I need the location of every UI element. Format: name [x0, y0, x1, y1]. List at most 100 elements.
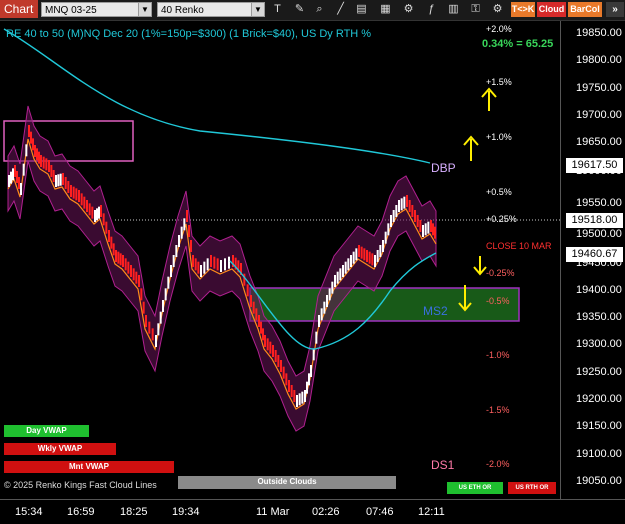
- renko-brick: [25, 144, 28, 157]
- price-label: 19100.00: [576, 448, 622, 460]
- renko-brick: [342, 265, 344, 277]
- renko-brick: [10, 171, 12, 184]
- renko-brick: [172, 255, 175, 267]
- chevron-down-icon: ▼: [251, 3, 264, 16]
- renko-brick: [117, 251, 120, 264]
- strategy-icon[interactable]: ⚙: [401, 2, 416, 17]
- renko-brick: [75, 188, 78, 201]
- renko-brick: [304, 390, 306, 402]
- renko-brick: [83, 196, 86, 209]
- renko-brick: [98, 206, 100, 219]
- time-label: 07:46: [366, 506, 394, 518]
- text-icon[interactable]: T: [270, 2, 285, 17]
- renko-brick: [91, 206, 94, 219]
- renko-brick: [368, 251, 371, 264]
- renko-brick: [306, 381, 308, 394]
- price-tag-last: 19518.00: [566, 213, 623, 228]
- bar-type-selector[interactable]: 40 Renko ▼: [157, 2, 265, 17]
- level-label: -1.5%: [486, 405, 510, 415]
- renko-brick: [334, 275, 336, 287]
- renko-brick: [282, 366, 285, 379]
- renko-brick: [258, 315, 260, 327]
- renko-brick: [30, 131, 32, 144]
- renko-brick: [277, 355, 280, 367]
- properties-icon[interactable]: ▦: [378, 2, 393, 17]
- instrument-selector[interactable]: MNQ 03-25 ▼: [41, 2, 152, 17]
- renko-brick: [32, 138, 34, 151]
- level-label: +0.25%: [486, 214, 517, 224]
- barcol-button[interactable]: BarCol: [568, 2, 602, 17]
- renko-brick: [392, 210, 395, 222]
- renko-brick: [180, 226, 183, 239]
- renko-brick: [366, 250, 368, 262]
- renko-brick: [175, 245, 178, 257]
- price-label: 19150.00: [576, 420, 622, 432]
- renko-brick: [288, 380, 290, 392]
- level-label: +1.5%: [486, 77, 512, 87]
- renko-brick: [395, 205, 398, 217]
- chart-trader-icon[interactable]: ▥: [446, 2, 461, 17]
- renko-brick: [422, 225, 424, 237]
- renko-brick: [12, 168, 14, 181]
- settings-icon[interactable]: ⚙: [490, 2, 505, 17]
- renko-brick: [272, 345, 274, 357]
- price-label: 19350.00: [576, 311, 622, 323]
- cloud-button[interactable]: Cloud: [537, 2, 566, 17]
- renko-brick: [155, 335, 157, 347]
- price-label: 19400.00: [576, 284, 622, 296]
- renko-brick: [8, 175, 10, 187]
- time-label: 11 Mar: [256, 506, 290, 518]
- price-label: 19200.00: [576, 393, 622, 405]
- renko-brick: [400, 198, 403, 211]
- renko-brick: [72, 186, 75, 199]
- demand-zone-box: [249, 287, 520, 322]
- renko-brick: [350, 255, 352, 267]
- renko-brick: [67, 181, 70, 193]
- t-k-button[interactable]: T<>K: [511, 2, 535, 17]
- renko-brick: [352, 251, 355, 264]
- level-label: -0.25%: [486, 268, 515, 278]
- renko-brick: [310, 365, 312, 377]
- renko-brick: [320, 308, 323, 321]
- toolbar: Chart MNQ 03-25 ▼ 40 Renko ▼ T ✎ ⌕ ╱ ▤ ▦…: [0, 0, 625, 21]
- renko-brick: [206, 258, 209, 271]
- renko-brick: [50, 165, 53, 177]
- crosshair-icon[interactable]: ✎: [292, 2, 307, 17]
- renko-brick: [371, 253, 374, 266]
- zoom-icon[interactable]: ⌕: [312, 2, 327, 17]
- renko-brick: [148, 321, 151, 334]
- renko-brick: [387, 223, 390, 236]
- level-label: -2.0%: [486, 459, 510, 469]
- more-icon[interactable]: »: [606, 2, 624, 17]
- renko-brick: [200, 265, 202, 277]
- close-level-label: CLOSE 10 MAR: [486, 241, 552, 251]
- renko-brick: [216, 258, 219, 271]
- time-axis[interactable]: 15:34 16:59 18:25 19:34 11 Mar 02:26 07:…: [0, 499, 625, 524]
- price-label: 19750.00: [576, 82, 622, 94]
- renko-brick: [382, 240, 384, 252]
- draw-icon[interactable]: ╱: [333, 2, 348, 17]
- renko-brick: [135, 271, 138, 284]
- renko-brick: [55, 175, 57, 187]
- chart-title: RE 40 to 50 (M)NQ Dec 20 (1%=150p=$300) …: [6, 28, 372, 40]
- lock-icon[interactable]: ⚿: [468, 2, 483, 17]
- renko-brick: [250, 295, 252, 307]
- renko-brick: [416, 215, 419, 227]
- price-tag-close: 19460.67: [566, 247, 623, 262]
- renko-brick: [296, 395, 298, 407]
- chart-tab[interactable]: Chart: [0, 0, 38, 18]
- renko-brick: [28, 125, 30, 137]
- renko-brick: [142, 301, 145, 314]
- renko-brick: [213, 256, 216, 269]
- renko-brick: [119, 253, 122, 266]
- renko-brick: [220, 260, 222, 272]
- renko-brick: [323, 301, 326, 314]
- indicator-icon[interactable]: ƒ: [424, 2, 439, 17]
- us-eth-or-label: US ETH OR: [447, 482, 503, 494]
- renko-brick: [96, 208, 98, 221]
- renko-brick: [434, 226, 436, 239]
- renko-brick: [145, 315, 147, 327]
- us-rth-or-label: US RTH OR: [508, 482, 556, 494]
- time-label: 19:34: [172, 506, 200, 518]
- template-icon[interactable]: ▤: [354, 2, 369, 17]
